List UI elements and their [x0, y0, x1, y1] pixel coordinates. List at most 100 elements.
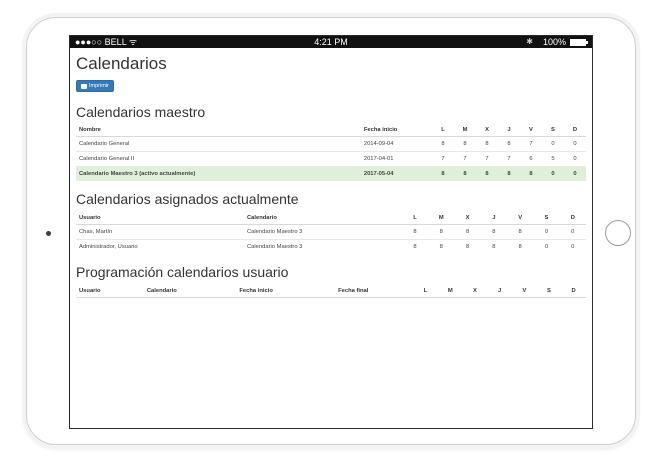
- cell-s: 5: [541, 150, 564, 166]
- col-header: X: [462, 284, 488, 298]
- col-header: J: [487, 284, 512, 298]
- status-right: ✱ 100%: [526, 36, 588, 48]
- col-header: V: [507, 211, 534, 225]
- print-button-label: Imprimir: [89, 83, 109, 89]
- cell-j: 8: [498, 135, 520, 151]
- cell-l: 8: [432, 135, 455, 151]
- col-header: S: [533, 211, 560, 225]
- cell-usuario: Chas, Martín: [76, 223, 244, 239]
- cell-x: 8: [454, 238, 481, 254]
- cell-x: 8: [476, 165, 498, 181]
- cell-s: 0: [541, 165, 564, 181]
- col-header: Calendario: [243, 211, 402, 225]
- cell-v: 8: [507, 223, 534, 239]
- table-header: Nombre Fecha inicio L M X J V S D: [76, 123, 586, 137]
- col-header: L: [432, 123, 455, 137]
- col-header: Fecha inicio: [360, 123, 433, 137]
- col-header: X: [476, 123, 498, 137]
- cell-s: 0: [533, 238, 560, 254]
- printer-icon: [81, 83, 87, 89]
- cell-m: 8: [428, 223, 455, 239]
- cell-nombre: Calendario Maestro 3 (activo actualmente…: [76, 165, 361, 181]
- cell-v: 8: [519, 165, 542, 181]
- col-header: J: [498, 123, 520, 137]
- page-content: Calendarios Imprimir Calendarios maestro…: [70, 48, 592, 298]
- col-header: Usuario: [76, 284, 144, 298]
- table-row[interactable]: Calendario General II 2017-04-01 7 7 7 7…: [76, 150, 586, 166]
- cell-l: 8: [401, 223, 429, 239]
- cell-d: 0: [559, 223, 586, 239]
- cell-d: 0: [559, 238, 586, 254]
- cell-x: 8: [454, 223, 481, 239]
- cell-d: 0: [563, 135, 586, 151]
- section-title-programacion: Programación calendarios usuario: [76, 263, 289, 280]
- table-asignados: Usuario Calendario L M X J V S D Chas, M…: [76, 211, 586, 254]
- cell-x: 8: [476, 135, 498, 151]
- cell-s: 0: [533, 223, 560, 239]
- col-header: M: [454, 123, 477, 137]
- status-time: 4:21 PM: [314, 37, 348, 47]
- cell-nombre: Calendario General: [76, 135, 361, 151]
- table-programacion: Usuario Calendario Fecha inicio Fecha fi…: [76, 284, 586, 298]
- cell-x: 7: [476, 150, 498, 166]
- col-header: M: [437, 284, 463, 298]
- cell-j: 8: [480, 223, 507, 239]
- col-header: V: [511, 284, 537, 298]
- col-header: L: [401, 211, 429, 225]
- cell-calendario: Calendario Maestro 3: [243, 223, 402, 239]
- cell-d: 0: [563, 165, 586, 181]
- table-header: Usuario Calendario Fecha inicio Fecha fi…: [76, 284, 586, 298]
- cell-m: 8: [454, 165, 477, 181]
- page-title: Calendarios: [76, 54, 167, 73]
- cell-l: 8: [401, 238, 429, 254]
- table-row[interactable]: Chas, Martín Calendario Maestro 3 8 8 8 …: [76, 223, 586, 239]
- col-header: X: [454, 211, 481, 225]
- col-header: Nombre: [76, 123, 361, 137]
- col-header: D: [561, 284, 586, 298]
- cell-calendario: Calendario Maestro 3: [243, 238, 402, 254]
- section-title-maestros: Calendarios maestro: [76, 103, 206, 120]
- col-header: Fecha inicio: [236, 284, 336, 298]
- battery-percent: 100%: [542, 37, 566, 47]
- cell-fecha: 2017-04-01: [360, 150, 433, 166]
- cell-l: 7: [432, 150, 455, 166]
- tablet-screen: ●●●○○ BELL ᯤ 4:21 PM ✱ 100% Calendarios …: [69, 35, 593, 429]
- cell-j: 8: [480, 238, 507, 254]
- cell-l: 8: [432, 165, 455, 181]
- cell-v: 6: [519, 150, 542, 166]
- table-header: Usuario Calendario L M X J V S D: [76, 211, 586, 225]
- col-header: L: [413, 284, 438, 298]
- cell-m: 8: [428, 238, 455, 254]
- cell-nombre: Calendario General II: [76, 150, 361, 166]
- cell-v: 7: [519, 135, 542, 151]
- col-header: D: [559, 211, 586, 225]
- col-header: Calendario: [143, 284, 237, 298]
- home-button[interactable]: [605, 220, 631, 246]
- battery-icon: [570, 38, 588, 46]
- table-maestros: Nombre Fecha inicio L M X J V S D Calend…: [76, 123, 586, 181]
- col-header: Fecha final: [335, 284, 414, 298]
- col-header: M: [428, 211, 455, 225]
- table-row-active[interactable]: Calendario Maestro 3 (activo actualmente…: [76, 165, 586, 181]
- status-bar: ●●●○○ BELL ᯤ 4:21 PM ✱ 100%: [70, 36, 592, 48]
- col-header: S: [536, 284, 562, 298]
- col-header: Usuario: [76, 211, 244, 225]
- cell-j: 8: [498, 165, 520, 181]
- cell-usuario: Administrador, Usuario: [76, 238, 244, 254]
- print-button[interactable]: Imprimir: [76, 80, 114, 92]
- bluetooth-icon: ✱: [526, 37, 533, 46]
- cell-s: 0: [541, 135, 564, 151]
- cell-d: 0: [563, 150, 586, 166]
- col-header: V: [519, 123, 542, 137]
- table-row[interactable]: Calendario General 2014-09-04 8 8 8 8 7 …: [76, 135, 586, 151]
- section-title-asignados: Calendarios asignados actualmente: [76, 190, 299, 207]
- table-row[interactable]: Administrador, Usuario Calendario Maestr…: [76, 238, 586, 254]
- cell-j: 7: [498, 150, 520, 166]
- cell-m: 8: [454, 135, 477, 151]
- camera-dot: [46, 231, 51, 236]
- cell-v: 8: [507, 238, 534, 254]
- cell-fecha: 2017-05-04: [360, 165, 433, 181]
- col-header: S: [541, 123, 564, 137]
- col-header: J: [480, 211, 507, 225]
- cell-m: 7: [454, 150, 477, 166]
